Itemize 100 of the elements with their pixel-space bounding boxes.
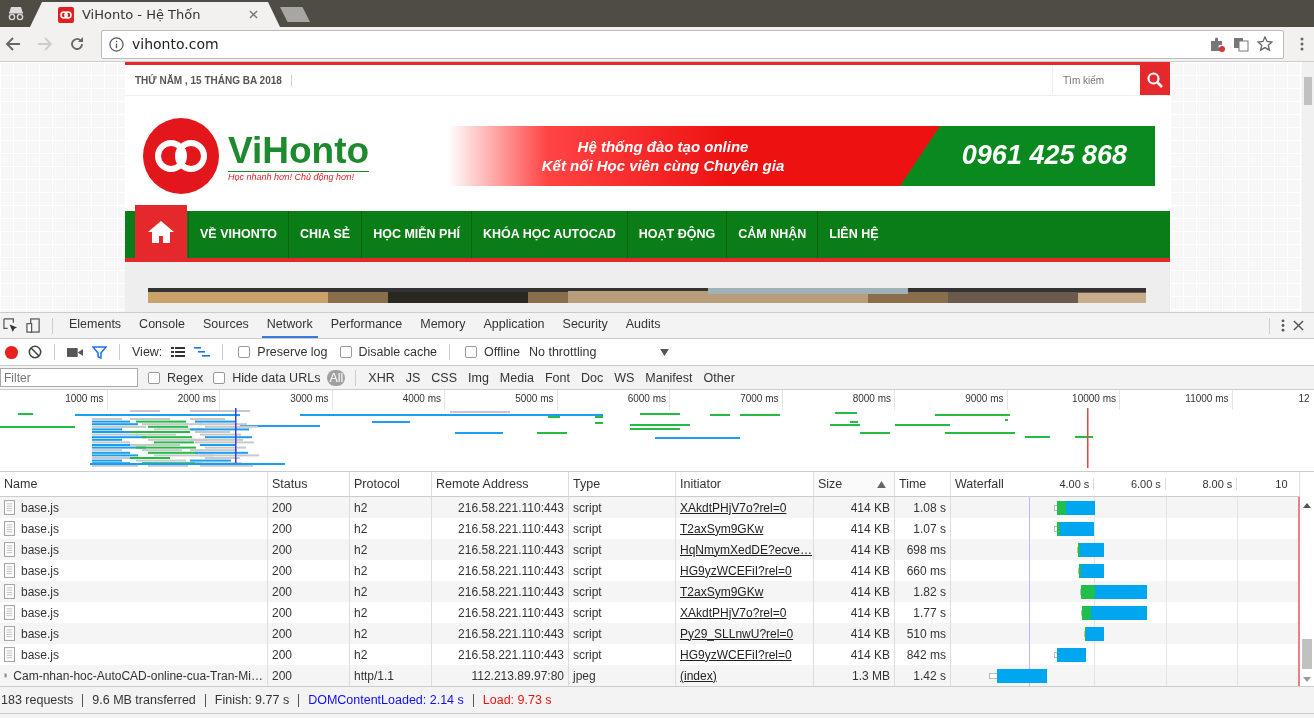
initiator-link[interactable]: Py29_SLLnwU?rel=0 xyxy=(680,626,794,641)
initiator-link[interactable]: HqNmymXedDE?ecve… xyxy=(680,542,813,557)
filter-field[interactable]: Filter xyxy=(0,368,138,387)
request-name[interactable]: base.js xyxy=(21,584,60,599)
column-header[interactable]: Waterfall xyxy=(955,477,1004,491)
status-summary: 183 requests xyxy=(1,693,74,707)
type-filter[interactable]: Manifest xyxy=(643,369,695,386)
table-cell: 414 KB xyxy=(850,584,890,599)
table-cell: script xyxy=(573,500,602,515)
list-view-icon[interactable] xyxy=(171,346,186,358)
column-header[interactable]: Name xyxy=(4,477,38,491)
devtools-tab[interactable]: Security xyxy=(557,313,613,338)
initiator-link[interactable]: XAkdtPHjV7o?rel=0 xyxy=(680,500,787,515)
star-icon[interactable] xyxy=(1257,36,1273,52)
device-icon[interactable] xyxy=(26,318,41,333)
initiator-link[interactable]: HG9yzWCEFiI?rel=0 xyxy=(680,563,792,578)
scroll-down-icon[interactable] xyxy=(1303,677,1311,682)
scroll-up-icon[interactable] xyxy=(1303,503,1311,508)
throttling-select[interactable]: No throttling xyxy=(528,345,669,359)
table-cell: h2 xyxy=(354,605,368,620)
devtools-tab[interactable]: Memory xyxy=(415,313,471,338)
table-cell: h2 xyxy=(354,521,368,536)
checkbox-option[interactable]: Disable cache xyxy=(339,345,438,359)
type-filter[interactable]: Media xyxy=(497,369,536,386)
column-header[interactable]: Type xyxy=(573,477,601,491)
inspect-icon[interactable] xyxy=(3,318,18,333)
column-header[interactable]: Size xyxy=(818,477,843,491)
waterfall-bar xyxy=(1054,647,1086,662)
table-cell: 216.58.221.110:443 xyxy=(458,542,564,557)
devtools-tab[interactable]: Sources xyxy=(198,313,254,338)
close-icon[interactable] xyxy=(249,10,258,19)
initiator-link[interactable]: T2axSym9GKw xyxy=(680,584,764,599)
type-filter[interactable]: WS xyxy=(612,369,637,386)
reload-icon[interactable] xyxy=(69,36,85,52)
logo-icon xyxy=(143,118,219,194)
request-name[interactable]: base.js xyxy=(21,521,60,536)
request-name[interactable]: base.js xyxy=(21,500,60,515)
column-header[interactable]: Remote Address xyxy=(436,477,529,491)
type-filter[interactable]: Other xyxy=(701,369,737,386)
back-icon[interactable] xyxy=(5,36,21,52)
more-icon[interactable] xyxy=(1281,318,1285,333)
table-cell: h2 xyxy=(354,647,368,662)
overview-icon[interactable] xyxy=(194,346,211,358)
request-name[interactable]: base.js xyxy=(21,605,60,620)
home-icon xyxy=(147,219,175,244)
request-name[interactable]: base.js xyxy=(21,542,60,557)
scrollbar-thumb[interactable] xyxy=(1304,77,1312,105)
translate-icon[interactable] xyxy=(1233,36,1249,52)
timeline-tick-label: 6000 ms xyxy=(627,392,667,406)
record-icon[interactable] xyxy=(4,344,19,360)
page-scrollbar[interactable] xyxy=(1302,62,1314,312)
search-button[interactable] xyxy=(1140,65,1170,95)
scrollbar-thumb[interactable] xyxy=(1302,639,1312,669)
banner-tagline: Kết nối Học viên cùng Chuyên gia xyxy=(541,156,785,175)
request-name[interactable]: base.js xyxy=(21,647,60,662)
checkbox-option[interactable]: Hide data URLs xyxy=(213,370,321,385)
table-cell: script xyxy=(573,521,602,536)
checkbox-option[interactable]: Preserve log xyxy=(238,345,328,359)
devtools-tab[interactable]: Performance xyxy=(325,313,408,338)
type-filter[interactable]: CSS xyxy=(429,369,459,386)
request-name[interactable]: base.js xyxy=(21,626,60,641)
type-filter[interactable]: Font xyxy=(542,369,572,386)
type-filter[interactable]: Doc xyxy=(578,369,606,386)
devtools-tab[interactable]: Application xyxy=(478,313,550,338)
extension-icon[interactable] xyxy=(1209,36,1225,52)
table-cell: h2 xyxy=(354,584,368,599)
request-name[interactable]: Cam-nhan-hoc-AutoCAD-online-cua-Tran-Mi… xyxy=(13,668,263,683)
timeline-tick-label: 9000 ms xyxy=(965,392,1005,406)
initiator-link[interactable]: (index) xyxy=(680,668,717,683)
devtools-tab[interactable]: Console xyxy=(134,313,190,338)
column-header[interactable]: Status xyxy=(272,477,308,491)
devtools-tab[interactable]: Network xyxy=(261,313,318,338)
browser-tab[interactable]: ViHonto - Hệ Thốn xyxy=(30,2,280,27)
filter-icon[interactable] xyxy=(92,344,107,360)
column-header[interactable]: Time xyxy=(899,477,927,491)
initiator-link[interactable]: HG9yzWCEFiI?rel=0 xyxy=(680,647,792,662)
new-tab-button[interactable] xyxy=(280,7,310,22)
menu-icon[interactable] xyxy=(1300,36,1304,52)
column-header[interactable]: Initiator xyxy=(680,477,721,491)
checkbox-option[interactable]: Offline xyxy=(465,345,520,359)
type-filter[interactable]: Img xyxy=(466,369,491,386)
home-button[interactable] xyxy=(135,205,187,258)
close-icon[interactable] xyxy=(1293,320,1304,331)
type-filter[interactable]: XHR xyxy=(366,369,397,386)
initiator-link[interactable]: T2axSym9GKw xyxy=(680,521,764,536)
devtools-tab[interactable]: Elements xyxy=(64,313,127,338)
address-bar[interactable]: vihonto.com xyxy=(101,29,1284,59)
initiator-link[interactable]: XAkdtPHjV7o?rel=0 xyxy=(680,605,787,620)
request-name[interactable]: base.js xyxy=(21,563,60,578)
camera-icon[interactable] xyxy=(67,346,83,358)
info-icon[interactable] xyxy=(109,36,124,52)
clear-icon[interactable] xyxy=(28,345,42,359)
devtools-tab[interactable]: Audits xyxy=(620,313,666,338)
table-cell: h2 xyxy=(354,626,368,641)
file-icon xyxy=(4,542,15,557)
table-cell: 200 xyxy=(272,521,293,536)
type-filter[interactable]: JS xyxy=(403,369,423,386)
checkbox-option[interactable]: Regex xyxy=(148,370,204,385)
column-header[interactable]: Protocol xyxy=(354,477,400,491)
banner-headline: Hệ thống đào tạo online xyxy=(577,137,749,156)
